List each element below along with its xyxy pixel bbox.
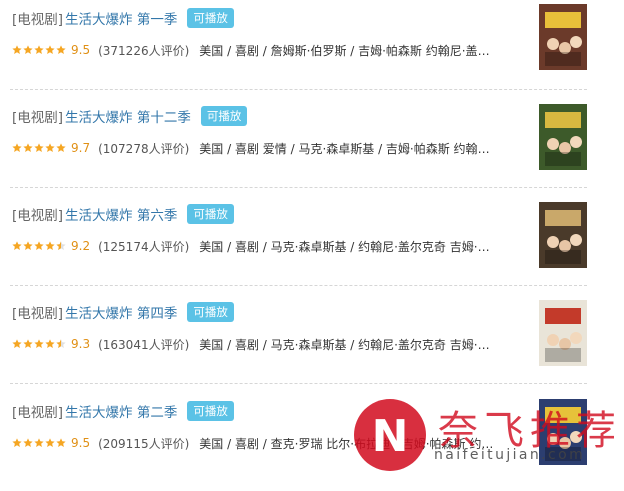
star-icon — [56, 143, 66, 153]
playable-badge[interactable]: 可播放 — [187, 302, 234, 322]
rating-score: 9.2 — [71, 239, 91, 253]
result-info-row: 9.5 (371226人评价) 美国 / 喜剧 / 詹姆斯·伯罗斯 / 吉姆·帕森斯… — [12, 41, 499, 59]
star-icon — [45, 241, 55, 251]
star-icon — [23, 339, 33, 349]
rating-stars — [12, 241, 67, 251]
result-info-row: 9.3 (163041人评价) 美国 / 喜剧 / 马克·森卓斯基 / 约翰尼·盖尔… — [12, 335, 499, 353]
poster-image[interactable] — [539, 202, 587, 268]
watermark-url: naifeitujian.com — [434, 447, 586, 463]
star-icon — [12, 438, 22, 448]
playable-badge[interactable]: 可播放 — [187, 8, 234, 28]
result-title-row: [电视剧] 生活大爆炸 第六季 可播放 — [12, 202, 234, 226]
result-info-row: 9.2 (125174人评价) 美国 / 喜剧 / 马克·森卓斯基 / 约翰尼·盖尔… — [12, 237, 499, 255]
category-label: [电视剧] — [12, 12, 64, 28]
rating-stars — [12, 45, 67, 55]
rating-score: 9.3 — [71, 337, 91, 351]
star-icon — [34, 45, 44, 55]
star-icon — [12, 45, 22, 55]
star-icon — [34, 438, 44, 448]
rating-count: (163041人评价) — [98, 337, 190, 352]
rating-count: (209115人评价) — [98, 436, 190, 451]
poster-image[interactable] — [539, 300, 587, 366]
result-info-row: 9.7 (107278人评价) 美国 / 喜剧 爱情 / 马克·森卓斯基 / 吉姆·… — [12, 139, 499, 157]
result-meta: 美国 / 喜剧 / 马克·森卓斯基 / 约翰尼·盖尔克奇 吉姆·帕… — [199, 337, 500, 352]
result-title-row: [电视剧] 生活大爆炸 第一季 可播放 — [12, 6, 234, 30]
result-title-link[interactable]: 生活大爆炸 第六季 — [65, 204, 177, 224]
star-icon — [34, 339, 44, 349]
playable-badge[interactable]: 可播放 — [187, 204, 234, 224]
star-icon — [45, 45, 55, 55]
rating-count: (107278人评价) — [98, 141, 190, 156]
star-icon — [12, 241, 22, 251]
rating-count: (125174人评价) — [98, 239, 190, 254]
watermark: N 奈飞推荐 naifeitujian.com — [350, 395, 624, 479]
rating-score: 9.5 — [71, 43, 91, 57]
star-icon — [12, 143, 22, 153]
item-divider — [10, 187, 587, 188]
star-icon — [23, 143, 33, 153]
star-icon — [45, 143, 55, 153]
star-icon — [45, 339, 55, 349]
playable-badge[interactable]: 可播放 — [200, 106, 248, 126]
result-meta: 美国 / 喜剧 / 詹姆斯·伯罗斯 / 吉姆·帕森斯 约翰尼·盖尔… — [199, 43, 500, 58]
star-icon — [56, 438, 66, 448]
star-icon — [45, 438, 55, 448]
category-label: [电视剧] — [12, 208, 64, 224]
star-icon — [34, 143, 44, 153]
rating-score: 9.5 — [71, 436, 91, 450]
poster-image[interactable] — [539, 4, 587, 70]
poster-image[interactable] — [539, 104, 587, 170]
star-icon — [12, 339, 22, 349]
star-icon — [56, 339, 66, 349]
rating-count: (371226人评价) — [98, 43, 190, 58]
star-icon — [34, 241, 44, 251]
star-icon — [23, 241, 33, 251]
result-title-link[interactable]: 生活大爆炸 第二季 — [65, 401, 177, 421]
result-item: [电视剧] 生活大爆炸 第六季 可播放 9.2 (125174人评价) 美国 / 喜剧 /… — [0, 196, 624, 294]
star-icon — [23, 438, 33, 448]
result-title-row: [电视剧] 生活大爆炸 第二季 可播放 — [12, 399, 234, 423]
rating-stars — [12, 339, 67, 349]
item-divider — [10, 89, 587, 90]
result-title-row: [电视剧] 生活大爆炸 第四季 可播放 — [12, 300, 234, 324]
category-label: [电视剧] — [12, 405, 64, 421]
playable-badge[interactable]: 可播放 — [187, 401, 234, 421]
star-icon — [23, 45, 33, 55]
result-title-link[interactable]: 生活大爆炸 第四季 — [65, 302, 177, 322]
star-icon — [56, 45, 66, 55]
result-item: [电视剧] 生活大爆炸 第一季 可播放 9.5 (371226人评价) 美国 / 喜剧 /… — [0, 0, 624, 98]
result-meta: 美国 / 喜剧 爱情 / 马克·森卓斯基 / 吉姆·帕森斯 约翰尼·… — [199, 141, 500, 156]
result-title-row: [电视剧] 生活大爆炸 第十二季 可播放 — [12, 104, 248, 128]
result-item: [电视剧] 生活大爆炸 第四季 可播放 9.3 (163041人评价) 美国 / 喜剧 /… — [0, 294, 624, 392]
rating-score: 9.7 — [71, 141, 91, 155]
category-label: [电视剧] — [12, 110, 64, 126]
item-divider — [10, 285, 587, 286]
result-meta: 美国 / 喜剧 / 马克·森卓斯基 / 约翰尼·盖尔克奇 吉姆·帕… — [199, 239, 500, 254]
rating-stars — [12, 438, 67, 448]
result-item: [电视剧] 生活大爆炸 第十二季 可播放 9.7 (107278人评价) 美国 / 喜剧 … — [0, 98, 624, 196]
rating-stars — [12, 143, 67, 153]
category-label: [电视剧] — [12, 306, 64, 322]
watermark-logo-icon: N — [354, 399, 426, 471]
svg-text:N: N — [372, 411, 409, 462]
star-icon — [56, 241, 66, 251]
result-title-link[interactable]: 生活大爆炸 第十二季 — [65, 106, 191, 126]
item-divider — [10, 383, 587, 384]
result-title-link[interactable]: 生活大爆炸 第一季 — [65, 8, 177, 28]
